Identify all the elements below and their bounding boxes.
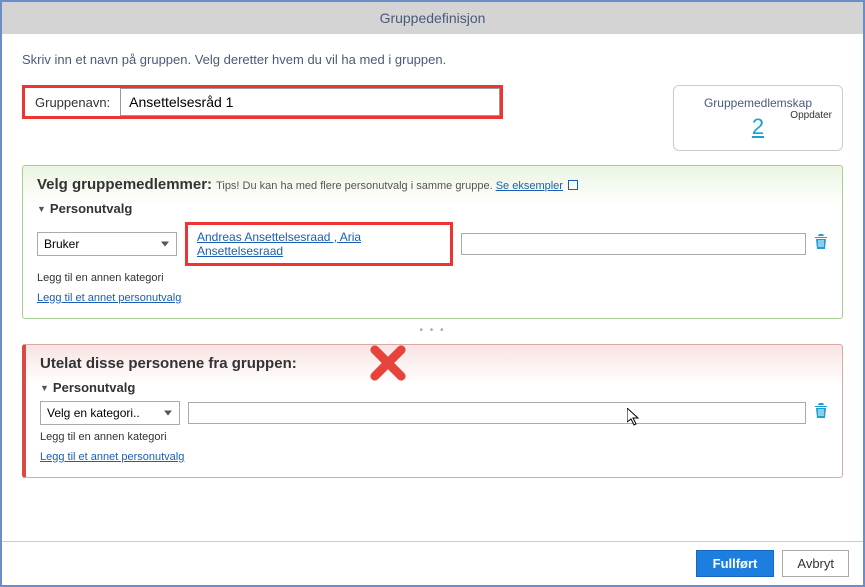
include-tips: Tips! Du kan ha med flere personutvalg i… [216, 179, 578, 192]
include-header: Velg gruppemedlemmer: Tips! Du kan ha me… [37, 176, 828, 193]
membership-card: Gruppemedlemskap Oppdater 2 [673, 85, 843, 151]
exclude-header: Utelat disse personene fra gruppen: [40, 355, 828, 372]
add-category-text: Legg til en annen kategori [37, 272, 828, 284]
include-sub: Personutvalg Bruker Andreas Ansettelsesr… [37, 201, 828, 304]
done-button[interactable]: Fullført [696, 550, 775, 577]
update-link[interactable]: Oppdater [790, 110, 832, 121]
cancel-button[interactable]: Avbryt [782, 550, 849, 577]
selected-people-field-inner[interactable]: Andreas Ansettelsesraad , Aria Ansettels… [189, 226, 449, 262]
category-select-wrap: Bruker [37, 232, 177, 256]
exclude-people-field[interactable] [188, 402, 806, 424]
exclude-panel: Utelat disse personene fra gruppen: Pers… [22, 344, 843, 478]
exclude-add-category-text: Legg til en annen kategori [40, 431, 828, 443]
exclude-sub: Personutvalg Velg en kategori.. Legg til… [40, 380, 828, 463]
exclude-header-text: Utelat disse personene fra gruppen: [40, 355, 297, 372]
include-sub-title: Personutvalg [37, 201, 828, 216]
delete-icon[interactable] [814, 234, 828, 254]
exclude-add-selection-link[interactable]: Legg til et annet personutvalg [40, 451, 184, 463]
groupname-label: Gruppenavn: [25, 89, 120, 116]
exclude-row: Velg en kategori.. [40, 401, 828, 425]
category-select[interactable]: Bruker [37, 232, 177, 256]
annotation-x-icon [366, 341, 410, 394]
dialog-body: Skriv inn et navn på gruppen. Velg deret… [2, 34, 863, 541]
dialog-footer: Fullført Avbryt [2, 541, 863, 585]
exclude-select-wrap: Velg en kategori.. [40, 401, 180, 425]
add-selection-link[interactable]: Legg til et annet personutvalg [37, 292, 181, 304]
exclude-delete-icon[interactable] [814, 403, 828, 423]
exclude-sub-title: Personutvalg [40, 380, 828, 395]
tips-text: Tips! Du kan ha med flere personutvalg i… [216, 180, 493, 192]
selected-people-link[interactable]: Andreas Ansettelsesraad , Aria Ansettels… [197, 230, 361, 258]
group-definition-dialog: Gruppedefinisjon Skriv inn et navn på gr… [0, 0, 865, 587]
dialog-title: Gruppedefinisjon [2, 2, 863, 34]
example-link[interactable]: Se eksempler [496, 180, 563, 192]
people-field-extend[interactable] [461, 233, 806, 255]
include-header-text: Velg gruppemedlemmer: [37, 176, 212, 193]
popout-icon[interactable] [568, 180, 578, 190]
membership-count[interactable]: 2 [752, 114, 764, 140]
panel-divider: • • • [22, 325, 843, 336]
membership-title: Gruppemedlemskap [690, 96, 826, 110]
intro-text: Skriv inn et navn på gruppen. Velg deret… [22, 52, 843, 67]
selected-people-highlight: Andreas Ansettelsesraad , Aria Ansettels… [185, 222, 453, 266]
include-row: Bruker Andreas Ansettelsesraad , Aria An… [37, 222, 828, 266]
groupname-input[interactable] [120, 88, 500, 116]
groupname-row: Gruppenavn: [22, 85, 503, 119]
exclude-category-select[interactable]: Velg en kategori.. [40, 401, 180, 425]
top-row: Gruppenavn: Gruppemedlemskap Oppdater 2 [22, 85, 843, 151]
include-panel: Velg gruppemedlemmer: Tips! Du kan ha me… [22, 165, 843, 319]
